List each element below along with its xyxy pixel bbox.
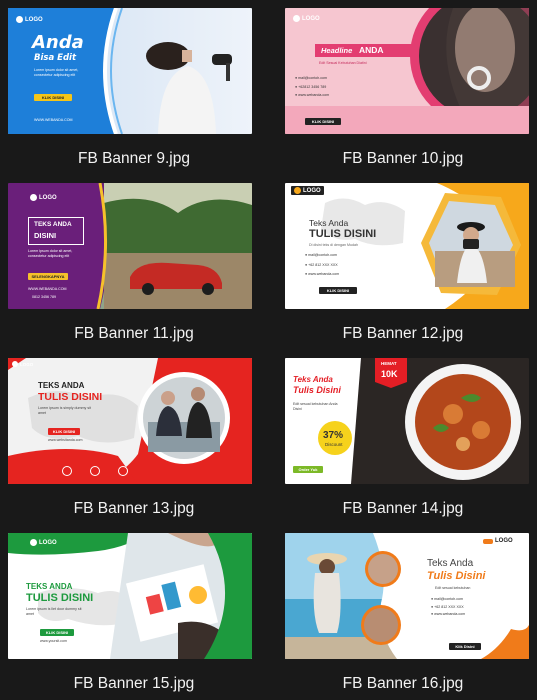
banner-9-url: WWW.WEBANDA.COM (34, 118, 73, 122)
banner-16-headline-b: Tulis Disini (427, 570, 486, 582)
caption-fb-banner-13: FB Banner 13.jpg (73, 500, 195, 517)
banner-12-logo: LOGO (291, 186, 324, 195)
banner-11-headline-b: DISINI (34, 231, 57, 240)
banner-15-headline-a: TEKS ANDA (26, 582, 73, 591)
banner-10-headline-a: Headline (321, 46, 353, 55)
banner-15-headline-b: TULIS DISINI (26, 592, 94, 604)
thumbnail-fb-banner-11[interactable]: LOGO TEKS ANDA DISINI Lorem ipsum dolor … (8, 183, 252, 309)
banner-14-cta-button: Order Yuk (293, 466, 323, 473)
caption-fb-banner-10: FB Banner 10.jpg (342, 150, 464, 167)
logo-icon (16, 16, 23, 23)
banner-16-contacts: ● mail@contoh.com ● +62 812 XXX XXX ● ww… (431, 597, 465, 617)
banner-16-headline-a: Teks Anda (427, 558, 474, 569)
banner-14-badge-top: HEMAT (381, 361, 397, 366)
banner-9-headline: Anda (32, 32, 84, 53)
caption-fb-banner-14: FB Banner 14.jpg (342, 500, 464, 517)
caption-fb-banner-12: FB Banner 12.jpg (342, 325, 464, 342)
logo-icon (30, 539, 37, 546)
banner-15-cta-button: KLIK DISINI (40, 629, 74, 636)
banner-9-body: Lorem ipsum dolor sit amet, consectetur … (34, 68, 79, 77)
banner-14-body: Edit sesuai kebutuhan Anda Disini (293, 402, 338, 411)
banner-13-headline-b: TULIS DISINI (38, 391, 103, 403)
banner-15-body: Lorem ipsum is llet door dummy sit amet (26, 607, 82, 616)
logo-icon (293, 15, 300, 22)
contact-web: ● www.webanda.com (295, 93, 330, 98)
banner-10-logo: LOGO (293, 15, 320, 22)
banner-14-discount-value: 37% (323, 430, 344, 441)
banner-9-cta-button: KLIK DISINI (34, 94, 72, 101)
banner-16-shapes (285, 533, 529, 659)
contact-web: ● www.webanda.com (431, 612, 466, 617)
banner-11-url: WWW.WEBANDA.COM (28, 287, 67, 291)
logo-icon (12, 361, 18, 367)
mail-icon (90, 466, 100, 476)
banner-11-headline-a: TEKS ANDA (34, 221, 72, 228)
thumbnail-fb-banner-12[interactable]: LOGO Teks Anda TULIS DISINI Di disini te… (285, 183, 529, 309)
banner-10-cta-button: KLIK DISINI (305, 118, 341, 125)
banner-12-contacts: ● mail@contoh.com ● +62 812 XXX XXX ● ww… (305, 253, 339, 277)
banner-11-body: Lorem ipsum dolor sit amet, consectetur … (28, 249, 73, 258)
banner-12-subheadline: Di disini teks di dengan Mudah (309, 243, 358, 247)
banner-13-body: Lorem ipsum is simply dummy sit amet (38, 406, 91, 415)
banner-16-subheadline: Edit sesuai kebutuhan (435, 586, 471, 590)
banner-11-cta-button: SELENGKAPNYA (28, 273, 68, 280)
contact-phone: ● +62 812 XXX XXX (431, 604, 464, 609)
banner-15-logo: LOGO (30, 539, 57, 546)
thumbnail-fb-banner-10[interactable]: LOGO Headline ANDA Edit Sesuai Kebutuhan… (285, 8, 529, 134)
contact-email: ● mail@contoh.com (305, 253, 337, 257)
banner-12-headline-a: Teks Anda (309, 218, 349, 228)
banner-10-shapes (285, 8, 529, 134)
thumbnail-fb-banner-9[interactable]: LOGO Anda Bisa Edit Lorem ipsum dolor si… (8, 8, 252, 134)
banner-13-cta-button: KLIK DISINI (48, 428, 80, 435)
contact-phone: ● +62812 3456 789 (295, 84, 327, 89)
banner-11-phone: 0812 3456 789 (32, 295, 56, 299)
banner-12-cta-button: KLIK DISINI (319, 287, 357, 294)
banner-14-headline-b: Tulis Disini (293, 385, 341, 395)
caption-fb-banner-15: FB Banner 15.jpg (73, 675, 195, 692)
banner-13-headline-a: TEKS ANDA (38, 381, 85, 390)
thumbnail-fb-banner-13[interactable]: LOGO TEKS ANDA TULIS DISINI Lorem ipsum … (8, 358, 252, 484)
banner-14-headline-a: Teks Anda (293, 375, 333, 384)
contact-phone: ● +62 812 XXX XXX (305, 262, 338, 267)
logo-icon (30, 194, 37, 201)
banner-9-subheadline: Bisa Edit (34, 53, 77, 63)
banner-14-discount-label: Discount (325, 442, 343, 447)
banner-11-logo: LOGO (30, 194, 57, 201)
banner-14-badge-value: 10K (381, 369, 398, 379)
thumbnail-fb-banner-15[interactable]: LOGO TEKS ANDA TULIS DISINI Lorem ipsum … (8, 533, 252, 659)
banner-10-contacts: ● mail@contoh.com ● +62812 3456 789 ● ww… (295, 76, 329, 98)
caption-fb-banner-11: FB Banner 11.jpg (74, 325, 194, 342)
phone-icon (118, 466, 128, 476)
thumbnail-fb-banner-14[interactable]: Teks Anda Tulis Disini Edit sesuai kebut… (285, 358, 529, 484)
banner-9-logo: LOGO (16, 16, 43, 23)
banner-16-logo: LOGO (483, 538, 513, 544)
banner-10-headline-b: ANDA (359, 45, 384, 55)
banner-13-shapes (8, 358, 252, 484)
contact-web: ● www.webanda.com (305, 272, 340, 277)
banner-13-icons (62, 466, 128, 476)
banner-15-url: www.yoursit.com (40, 639, 67, 643)
thumbnail-fb-banner-16[interactable]: LOGO Teks Anda Tulis Disini Edit sesuai … (285, 533, 529, 659)
contact-email: ● mail@contoh.com (295, 76, 327, 80)
globe-icon (62, 466, 72, 476)
car-icon (483, 538, 493, 544)
caption-fb-banner-9: FB Banner 9.jpg (77, 150, 190, 167)
caption-fb-banner-16: FB Banner 16.jpg (342, 675, 464, 692)
contact-email: ● mail@contoh.com (431, 597, 463, 601)
banner-16-cta-button: Klik Disini (449, 643, 481, 650)
banner-13-logo: LOGO (12, 361, 33, 367)
banner-12-headline-b: TULIS DISINI (309, 228, 377, 240)
banner-10-subheadline: Edit Sesuai Kebutuhan Diatini (319, 61, 367, 65)
banner-13-url: www.websitanda.com (48, 438, 83, 442)
camera-icon (294, 187, 301, 194)
